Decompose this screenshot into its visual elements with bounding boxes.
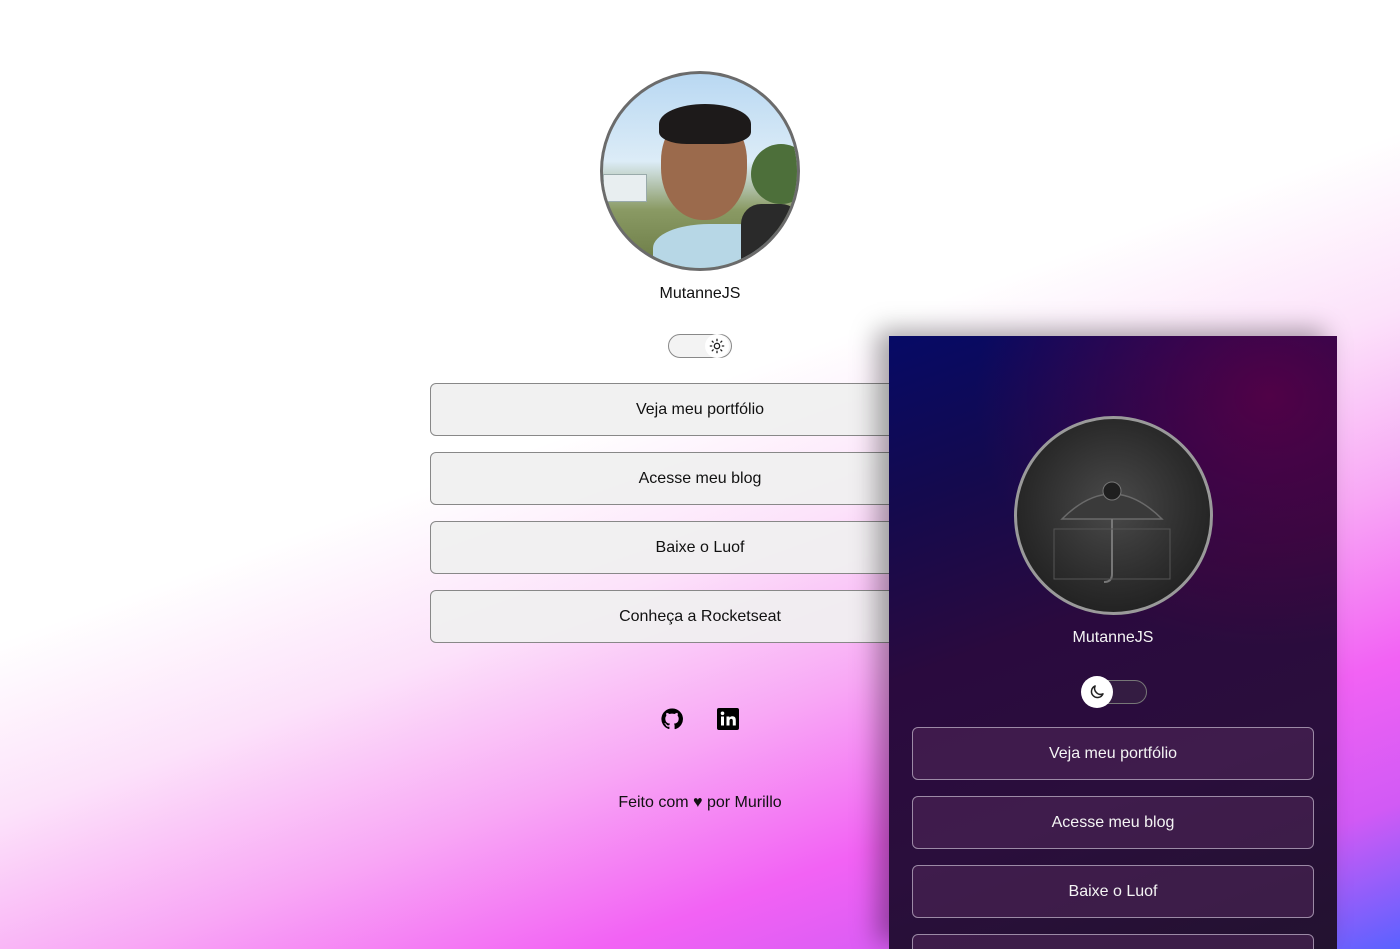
theme-toggle[interactable] (668, 334, 732, 358)
github-icon[interactable] (660, 707, 684, 731)
luof-download-button-dark[interactable]: Baixe o Luof (912, 865, 1314, 918)
linkedin-icon[interactable] (716, 707, 740, 731)
footer-credit: Feito com ♥ por Murillo (618, 794, 782, 811)
profile-name: MutanneJS (659, 285, 741, 302)
rocketseat-link-button-dark[interactable] (912, 934, 1314, 949)
theme-toggle-dark[interactable] (1081, 676, 1147, 708)
avatar-photo-bag (741, 204, 797, 268)
profile-avatar-dark (1014, 416, 1213, 615)
portfolio-link-button-dark[interactable]: Veja meu portfólio (912, 727, 1314, 780)
blog-link-button-dark[interactable]: Acesse meu blog (912, 796, 1314, 849)
dark-theme-preview: MutanneJS Veja meu portfólio Acesse meu … (889, 336, 1337, 949)
profile-name-dark: MutanneJS (1072, 629, 1154, 646)
avatar-photo-building (603, 174, 647, 202)
moon-icon (1081, 676, 1113, 708)
avatar-photo-hair (659, 104, 751, 144)
social-links (660, 707, 750, 733)
sun-icon (705, 334, 729, 358)
avatar-photo-trees (751, 144, 797, 204)
umbrella-art (1053, 481, 1171, 583)
profile-avatar (600, 71, 800, 271)
